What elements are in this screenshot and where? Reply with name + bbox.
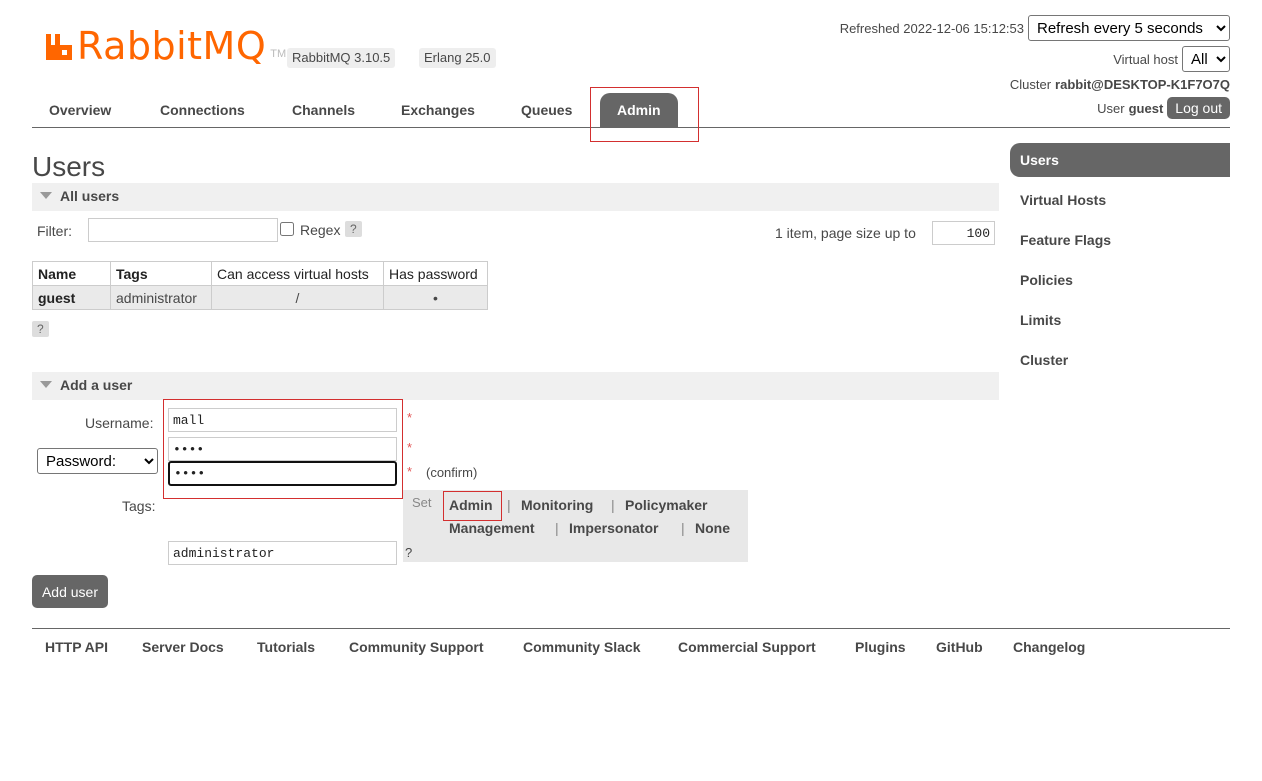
- page-title: Users: [32, 151, 106, 182]
- regex-help-button[interactable]: ?: [345, 221, 362, 237]
- tag-option-none[interactable]: None: [695, 520, 730, 536]
- users-table: Name Tags Can access virtual hosts Has p…: [32, 261, 488, 310]
- tag-separator: |: [681, 520, 685, 536]
- add-user-section-header[interactable]: Add a user: [32, 372, 999, 400]
- column-header-tags[interactable]: Tags: [110, 261, 212, 286]
- tags-input[interactable]: [168, 541, 397, 565]
- tab-channels[interactable]: Channels: [292, 102, 355, 118]
- footer-link-server-docs[interactable]: Server Docs: [142, 639, 224, 655]
- password-mode-select[interactable]: Password:: [37, 448, 158, 474]
- user-has-password: •: [383, 285, 488, 310]
- refresh-interval-select[interactable]: Refresh every 5 seconds: [1028, 15, 1230, 41]
- user-tags: administrator: [110, 285, 212, 310]
- user-name-link[interactable]: guest: [32, 285, 111, 310]
- tag-separator: |: [555, 520, 559, 536]
- vhost-select[interactable]: All: [1182, 46, 1230, 72]
- tag-separator: |: [507, 497, 511, 513]
- password-required-mark: *: [407, 440, 413, 455]
- username-required-mark: *: [407, 410, 413, 425]
- sidebar-item-cluster[interactable]: Cluster: [1020, 352, 1068, 368]
- tags-label: Tags:: [122, 498, 156, 514]
- footer-link-tutorials[interactable]: Tutorials: [257, 639, 315, 655]
- tag-separator: |: [611, 497, 615, 513]
- footer-link-community-slack[interactable]: Community Slack: [523, 639, 640, 655]
- regex-label: Regex: [300, 222, 341, 238]
- sidebar-item-users[interactable]: Users: [1020, 152, 1059, 168]
- column-header-name[interactable]: Name: [32, 261, 111, 286]
- tab-exchanges[interactable]: Exchanges: [401, 102, 475, 118]
- vhost-control: Virtual host All: [1113, 46, 1230, 72]
- sidebar-item-limits[interactable]: Limits: [1020, 312, 1061, 328]
- all-users-section-header[interactable]: All users: [32, 183, 999, 211]
- footer-link-commercial-support[interactable]: Commercial Support: [678, 639, 816, 655]
- confirm-label: (confirm): [426, 465, 478, 480]
- set-label: Set: [412, 495, 432, 510]
- tags-help-button[interactable]: ?: [405, 545, 412, 560]
- trademark: TM: [270, 48, 287, 60]
- rabbitmq-version: RabbitMQ 3.10.5: [287, 48, 396, 68]
- rabbit-logo-icon: [44, 30, 74, 62]
- footer-link-github[interactable]: GitHub: [936, 639, 983, 655]
- paging-info: 1 item, page size up to: [775, 225, 916, 241]
- tab-queues[interactable]: Queues: [521, 102, 572, 118]
- sidebar-item-feature-flags[interactable]: Feature Flags: [1020, 232, 1111, 248]
- regex-checkbox[interactable]: [280, 222, 294, 236]
- collapse-triangle-icon: [40, 192, 52, 199]
- footer-link-community-support[interactable]: Community Support: [349, 639, 484, 655]
- tab-overview[interactable]: Overview: [49, 102, 111, 118]
- column-header-has-password: Has password: [383, 261, 488, 286]
- tag-option-impersonator[interactable]: Impersonator: [569, 520, 658, 536]
- page-size-input[interactable]: [932, 221, 995, 245]
- rabbitmq-logo[interactable]: RabbitMQ TM: [44, 26, 286, 66]
- footer-link-plugins[interactable]: Plugins: [855, 639, 906, 655]
- tag-option-management[interactable]: Management: [449, 520, 535, 536]
- footer-link-http-api[interactable]: HTTP API: [45, 639, 108, 655]
- admin-tag-highlight: [443, 491, 502, 521]
- tag-option-monitoring[interactable]: Monitoring: [521, 497, 593, 513]
- all-users-title: All users: [60, 188, 120, 204]
- sidebar-item-virtual-hosts[interactable]: Virtual Hosts: [1020, 192, 1106, 208]
- refreshed-timestamp: Refreshed 2022-12-06 15:12:53: [839, 20, 1024, 36]
- collapse-triangle-icon: [40, 381, 52, 388]
- credentials-highlight: [163, 399, 403, 499]
- table-row: guest administrator / •: [32, 285, 488, 310]
- footer-link-changelog[interactable]: Changelog: [1013, 639, 1085, 655]
- sidebar-item-policies[interactable]: Policies: [1020, 272, 1073, 288]
- confirm-required-mark: *: [407, 464, 413, 479]
- column-header-vhosts: Can access virtual hosts: [211, 261, 384, 286]
- add-user-button[interactable]: Add user: [32, 575, 108, 608]
- username-label: Username:: [85, 415, 154, 431]
- table-help-button[interactable]: ?: [32, 321, 49, 337]
- filter-input[interactable]: [88, 218, 278, 242]
- add-user-title: Add a user: [60, 377, 133, 393]
- table-header-row: Name Tags Can access virtual hosts Has p…: [32, 261, 488, 286]
- admin-tab-highlight: [590, 87, 699, 142]
- filter-label: Filter:: [37, 223, 72, 239]
- user-vhosts: /: [211, 285, 384, 310]
- brand-name: RabbitMQ: [77, 24, 267, 68]
- tag-option-policymaker[interactable]: Policymaker: [625, 497, 708, 513]
- refresh-control: Refreshed 2022-12-06 15:12:53 Refresh ev…: [840, 15, 1230, 41]
- vhost-label: Virtual host: [1113, 51, 1178, 67]
- erlang-version: Erlang 25.0: [419, 48, 496, 68]
- tab-connections[interactable]: Connections: [160, 102, 245, 118]
- footer-links: HTTP API Server Docs Tutorials Community…: [32, 628, 1230, 655]
